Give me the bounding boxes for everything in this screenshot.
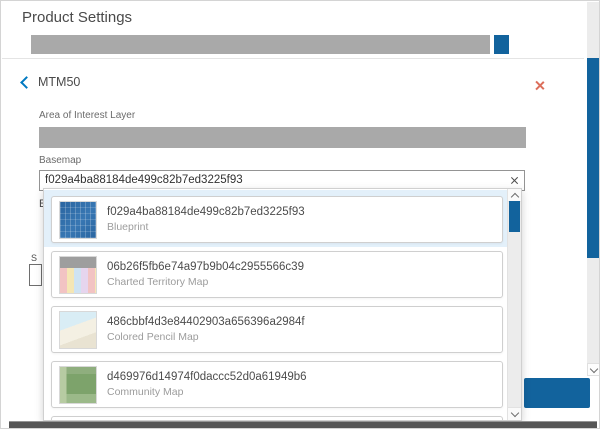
clear-input-icon[interactable] (510, 176, 519, 185)
page-title: Product Settings (22, 9, 132, 26)
basemap-thumbnail (59, 366, 97, 404)
back-button[interactable]: MTM50 (22, 74, 80, 90)
chevron-down-icon[interactable] (508, 407, 521, 420)
basemap-option-name: Blueprint (107, 221, 305, 233)
chevron-down-icon[interactable] (587, 363, 600, 376)
header-accent-square (494, 35, 509, 54)
chevron-left-icon (20, 76, 33, 89)
basemap-option-name: Charted Territory Map (107, 276, 304, 288)
basemap-option-name: Community Map (107, 386, 307, 398)
basemap-thumbnail (59, 256, 97, 294)
basemap-thumbnail (59, 201, 97, 239)
basemap-option[interactable]: f029a4ba88184de499c82b7ed3225f93 Bluepri… (51, 196, 503, 243)
header-redacted-bar (31, 35, 490, 54)
primary-button[interactable] (524, 378, 590, 408)
page-scrollbar-thumb[interactable] (587, 58, 600, 258)
window-bottom-edge (9, 421, 597, 429)
basemap-option-id: 486cbbf4d3e84402903a656396a2984f (107, 316, 305, 328)
basemap-option-id: f029a4ba88184de499c82b7ed3225f93 (107, 206, 305, 218)
dropdown-scrollbar-thumb[interactable] (509, 201, 520, 232)
basemap-input-value: f029a4ba88184de499c82b7ed3225f93 (45, 174, 243, 186)
aoi-field-label: Area of Interest Layer (39, 110, 135, 121)
obscured-checkbox[interactable] (29, 264, 42, 286)
obscured-field-fragment: S (31, 253, 37, 263)
product-settings-dialog: Product Settings MTM50 Area of Interest … (0, 0, 600, 429)
aoi-field-redacted-value[interactable] (39, 127, 526, 148)
dropdown-scrollbar-track[interactable] (507, 189, 521, 420)
basemap-option[interactable]: 06b26f5fb6e74a97b9b04c2955566c39 Charted… (51, 251, 503, 298)
basemap-option[interactable]: 486cbbf4d3e84402903a656396a2984f Colored… (51, 306, 503, 353)
back-button-label: MTM50 (38, 75, 80, 89)
basemap-option[interactable]: d469976d14974f0daccc52d0a61949b6 Communi… (51, 361, 503, 408)
basemap-option-name: Colored Pencil Map (107, 331, 305, 343)
basemap-field-label: Basemap (39, 155, 81, 166)
basemap-option-id: 06b26f5fb6e74a97b9b04c2955566c39 (107, 261, 304, 273)
basemap-option-id: d469976d14974f0daccc52d0a61949b6 (107, 371, 307, 383)
basemap-thumbnail (59, 311, 97, 349)
basemap-dropdown: f029a4ba88184de499c82b7ed3225f93 Bluepri… (43, 188, 522, 421)
close-icon[interactable] (534, 80, 545, 91)
header-divider (2, 58, 584, 59)
